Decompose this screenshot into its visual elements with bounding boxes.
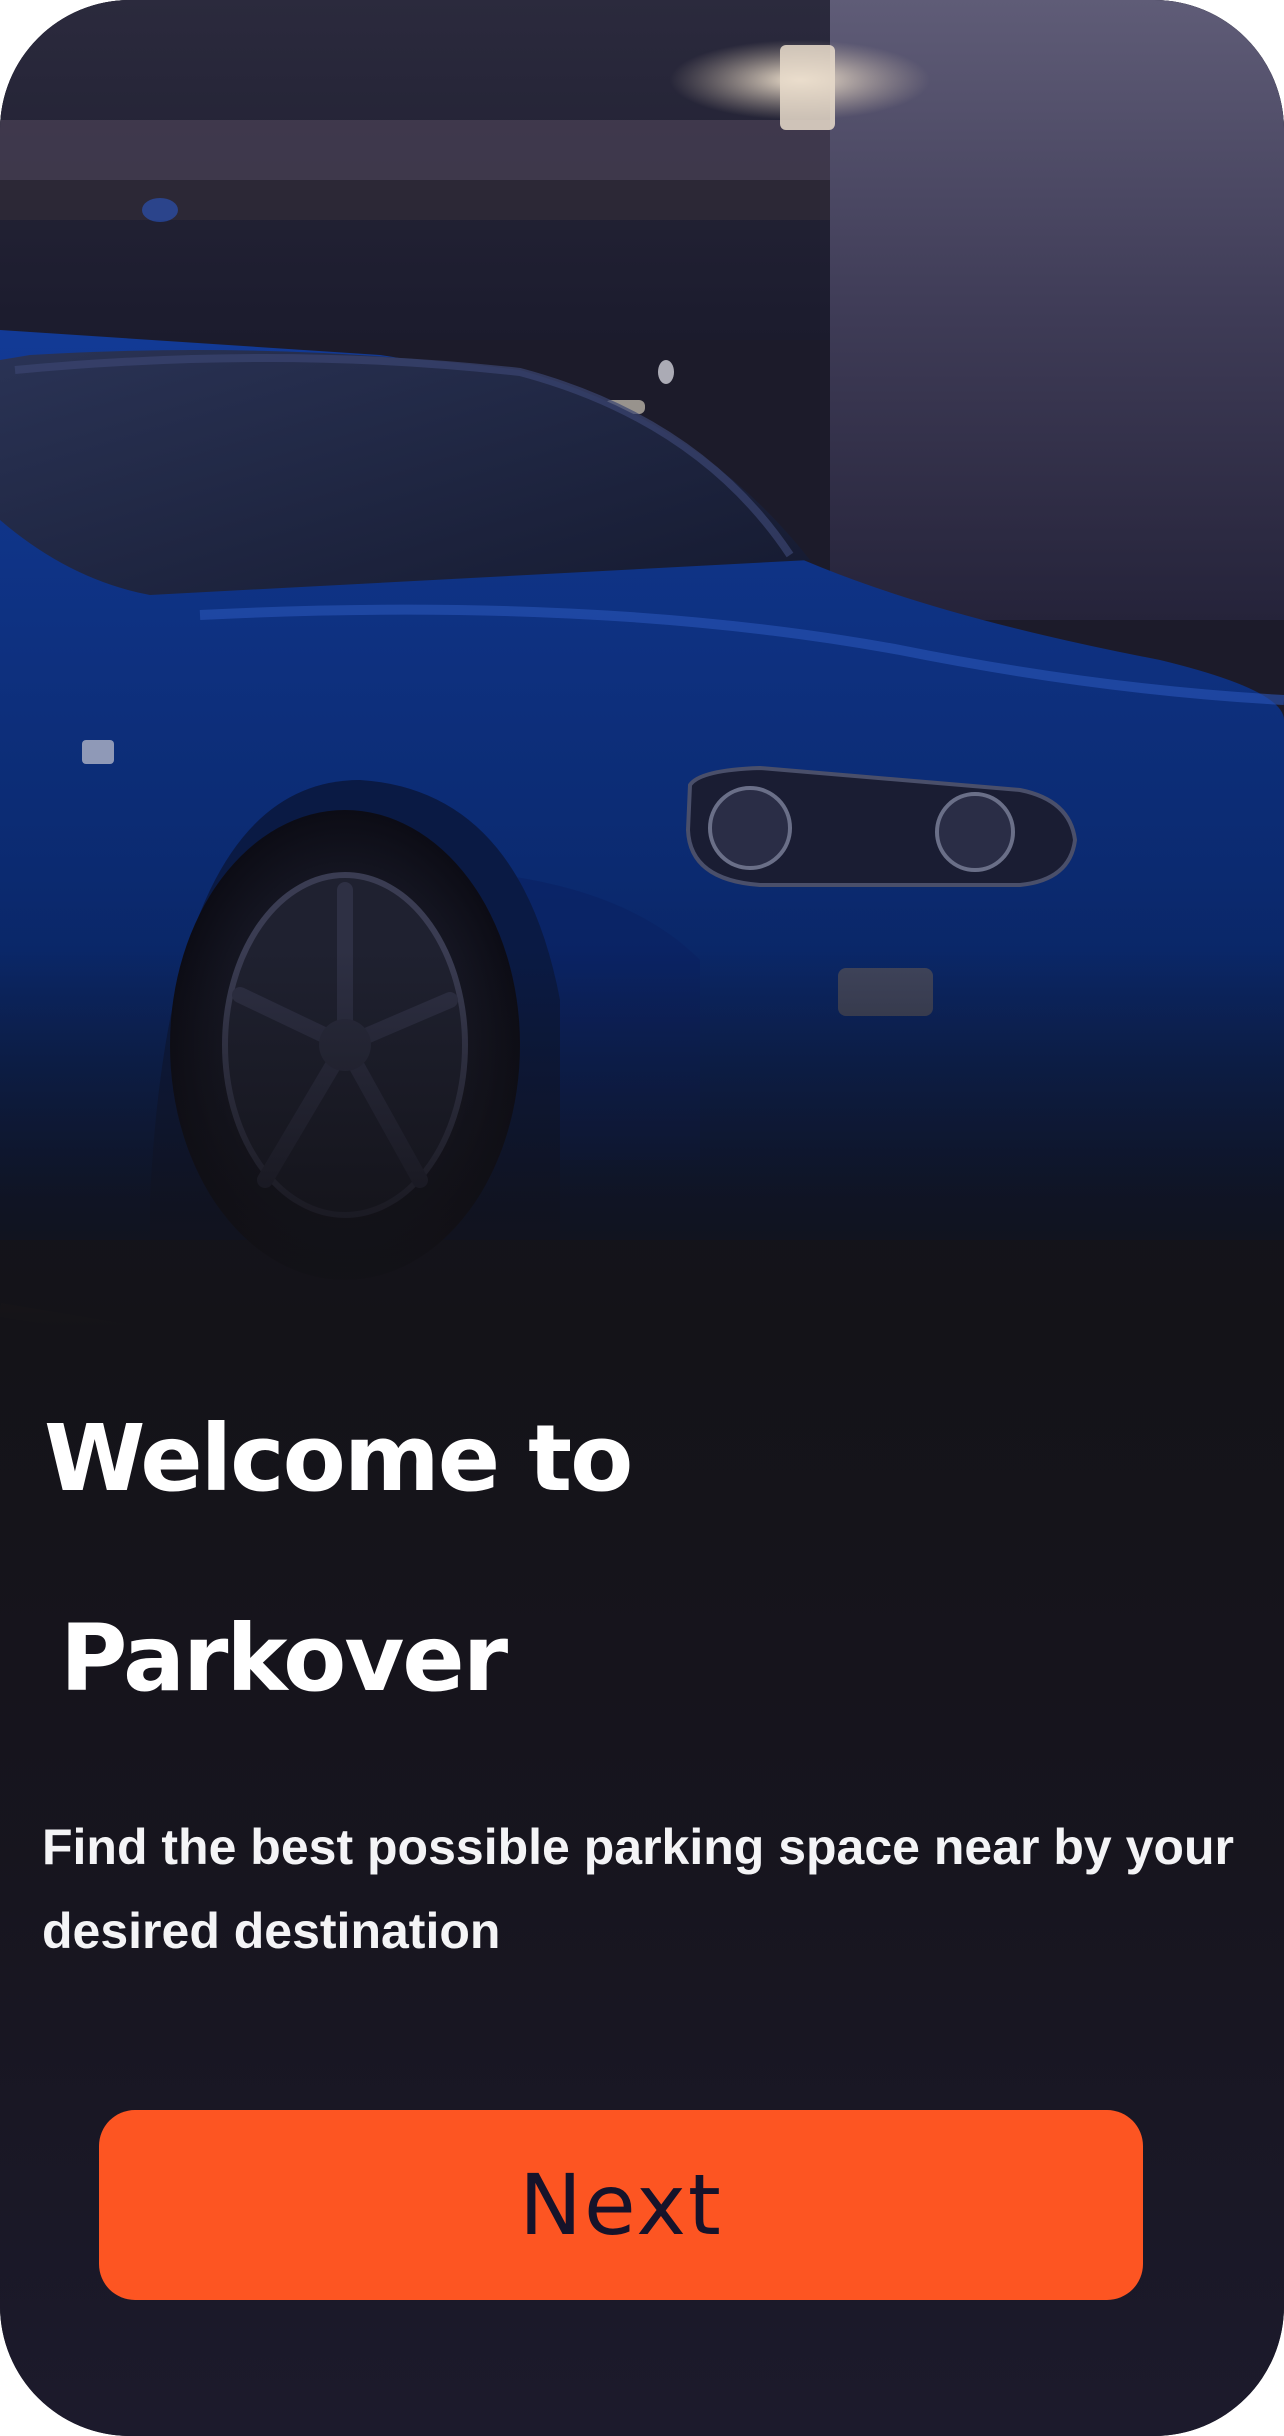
onboarding-description: Find the best possible parking space nea… xyxy=(42,1819,1234,1959)
welcome-title-line2: Parkover xyxy=(60,1605,508,1712)
onboarding-screen: Welcome to Parkover Find the best possib… xyxy=(0,0,1284,2436)
onboarding-content: Welcome to Parkover Find the best possib… xyxy=(0,0,1284,2436)
next-button[interactable]: Next xyxy=(99,2110,1143,2300)
welcome-title-line1: Welcome to xyxy=(44,1405,633,1512)
